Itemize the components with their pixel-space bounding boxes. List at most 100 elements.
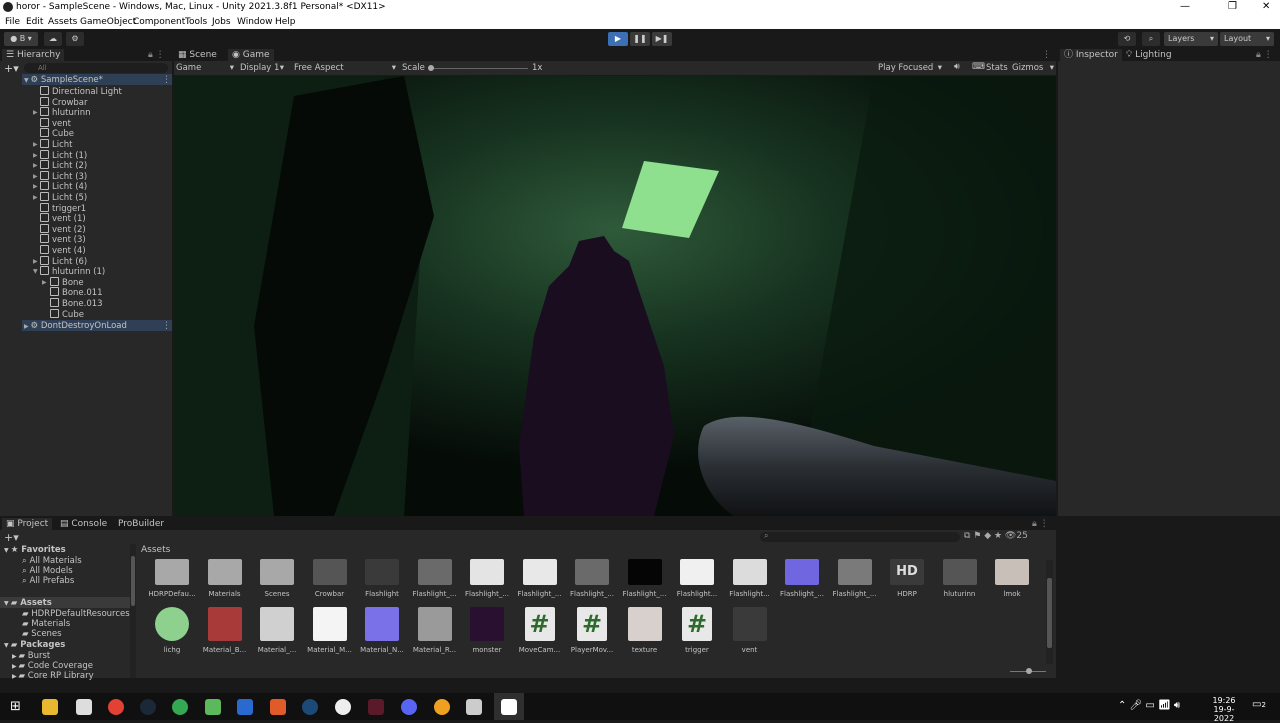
asset-item[interactable]: Flashlight_...: [831, 559, 879, 598]
pinwheel-icon[interactable]: [335, 699, 351, 715]
blender-icon[interactable]: [237, 699, 253, 715]
hierarchy-item[interactable]: vent (1): [40, 213, 86, 224]
gizmos-dropdown[interactable]: Gizmos ▾: [1012, 63, 1054, 73]
add-icon[interactable]: +▾: [4, 62, 19, 75]
expand-arrow-icon[interactable]: ▼: [33, 268, 38, 275]
tab-lighting[interactable]: 💡︎ Lighting: [1126, 49, 1172, 61]
asset-item[interactable]: # trigger: [673, 607, 721, 654]
scale-slider-track[interactable]: [430, 68, 528, 69]
steam2-icon[interactable]: [302, 699, 318, 715]
hierarchy-search-input[interactable]: All: [24, 63, 168, 73]
project-search-input[interactable]: ⌕: [760, 531, 960, 542]
thumbnail-size-handle[interactable]: [1026, 668, 1032, 674]
asset-item[interactable]: Flashlight: [358, 559, 406, 598]
step-button[interactable]: ▶❚: [652, 32, 672, 46]
package-code-coverage[interactable]: ▶ ▰ Code Coverage: [12, 661, 93, 671]
play-focused-dropdown[interactable]: Play Focused ▾: [878, 63, 942, 73]
aspect-dropdown[interactable]: Free Aspect ▾: [294, 63, 396, 73]
menu-edit[interactable]: Edit: [26, 17, 43, 27]
hierarchy-item[interactable]: trigger1: [40, 202, 86, 214]
hierarchy-item[interactable]: Licht (6): [40, 255, 87, 267]
pause-button[interactable]: ❚❚: [630, 32, 650, 46]
scale-slider-handle[interactable]: [428, 65, 434, 71]
app2-icon[interactable]: [368, 699, 384, 715]
hierarchy-child-item[interactable]: Bone.011: [50, 287, 103, 298]
menu-assets[interactable]: Assets: [48, 17, 77, 27]
asset-item[interactable]: Crowbar: [306, 559, 354, 598]
asset-item[interactable]: hluturinn: [936, 559, 984, 598]
asset-item[interactable]: Flashlight_...: [463, 559, 511, 598]
hierarchy-item[interactable]: Crowbar: [40, 96, 88, 108]
hierarchy-item[interactable]: vent (4): [40, 245, 86, 256]
scene-menu-icon[interactable]: ⋮: [162, 75, 171, 85]
asset-item[interactable]: Material_B...: [201, 607, 249, 654]
mute-audio-icon[interactable]: 🔊︎: [954, 62, 960, 72]
hierarchy-item[interactable]: vent (3): [40, 234, 86, 245]
menu-file[interactable]: File: [5, 17, 20, 27]
assets-scrollbar[interactable]: [1046, 560, 1053, 664]
collapse-arrow-icon[interactable]: ▶: [42, 279, 47, 286]
hierarchy-child-item[interactable]: Cube: [50, 308, 84, 320]
project-filter-icons[interactable]: ⧉ ⚑ ◆ ★ 👁︎25: [964, 531, 1028, 541]
menu-tools[interactable]: Tools: [185, 17, 207, 27]
package-burst[interactable]: ▶ ▰ Burst: [12, 651, 50, 661]
asset-item[interactable]: Flashlight_...: [568, 559, 616, 598]
asset-item[interactable]: Material_M...: [306, 607, 354, 654]
hierarchy-item[interactable]: vent (2): [40, 223, 86, 235]
tab-inspector[interactable]: ⓘ Inspector: [1060, 49, 1122, 61]
asset-item[interactable]: Flashlight_...: [778, 559, 826, 598]
menu-jobs[interactable]: Jobs: [212, 17, 231, 27]
assets-header[interactable]: ▼ ▰ Assets: [4, 598, 52, 608]
hierarchy-item[interactable]: Licht: [40, 139, 73, 150]
asset-item[interactable]: texture: [621, 607, 669, 654]
asset-item[interactable]: Flashlight_...: [516, 559, 564, 598]
stats-button[interactable]: Stats: [986, 63, 1008, 73]
hierarchy-item[interactable]: Licht (2): [40, 160, 87, 171]
packages-header[interactable]: ▼ ▰ Packages: [4, 640, 65, 650]
folder-scenes[interactable]: ▰ Scenes: [22, 629, 62, 639]
tab-console[interactable]: ▤ Console: [60, 518, 107, 530]
history-icon[interactable]: ⟲: [1118, 32, 1136, 46]
notifications-icon[interactable]: ▭2: [1252, 699, 1266, 710]
center-menu-icon[interactable]: ⋮: [1042, 49, 1051, 61]
project-add-icon[interactable]: +▾: [4, 531, 19, 544]
dontdestroy-item[interactable]: ▶ ⚙ DontDestroyOnLoad: [24, 321, 127, 331]
asset-item[interactable]: Flashlight_...: [621, 559, 669, 598]
project-lock-icon[interactable]: 🔒︎ ⋮: [1032, 518, 1049, 530]
inspector-lock-icon[interactable]: 🔒︎ ⋮: [1256, 49, 1273, 61]
hierarchy-item[interactable]: Cube: [40, 128, 74, 139]
hierarchy-item[interactable]: Licht (1): [40, 149, 87, 161]
asset-item[interactable]: HD HDRP: [883, 559, 931, 598]
display-dropdown[interactable]: Display 1 ▾: [240, 63, 284, 73]
asset-item[interactable]: Flashlight_...: [411, 559, 459, 598]
collapse-arrow-icon[interactable]: ▶: [33, 183, 38, 190]
collab-icon[interactable]: ⚙: [66, 32, 84, 46]
collapse-arrow-icon[interactable]: ▶: [33, 258, 38, 265]
asset-item[interactable]: Material_R...: [411, 607, 459, 654]
dontdestroy-menu-icon[interactable]: ⋮: [162, 321, 171, 331]
hierarchy-item[interactable]: Directional Light: [40, 86, 122, 97]
hierarchy-item[interactable]: vent: [40, 117, 71, 129]
menu-help[interactable]: Help: [275, 17, 296, 27]
asset-item[interactable]: Flashlight...: [726, 559, 774, 598]
cloud-icon[interactable]: ☁: [44, 32, 62, 46]
fav-all-materials[interactable]: ⌕ All Materials: [22, 556, 82, 566]
restore-icon[interactable]: ❐: [1228, 1, 1237, 12]
shortcuts-icon[interactable]: ⌨: [972, 62, 985, 72]
blender2-icon[interactable]: [434, 699, 450, 715]
favorites-header[interactable]: ▼ ★ Favorites: [4, 545, 66, 555]
hierarchy-item[interactable]: hluturinn (1): [40, 266, 105, 277]
file-explorer-icon[interactable]: [42, 699, 58, 715]
menu-gameobject[interactable]: GameObject: [80, 17, 136, 27]
asset-item[interactable]: lmok: [988, 559, 1036, 598]
asset-item[interactable]: Scenes: [253, 559, 301, 598]
account-button[interactable]: ● B ▾: [4, 32, 38, 46]
tab-scene[interactable]: ▦ Scene: [178, 49, 217, 61]
lock-icon[interactable]: 🔒︎ ⋮: [148, 49, 165, 61]
taskbar-clock[interactable]: 19:26 19-9-2022: [1206, 696, 1242, 723]
layout-dropdown[interactable]: Layout ▾: [1220, 32, 1274, 46]
tab-project[interactable]: ▣ Project: [2, 518, 53, 530]
minecraft-icon[interactable]: [205, 699, 221, 715]
folder-hdrp-default[interactable]: ▰ HDRPDefaultResources: [22, 609, 130, 619]
close-icon[interactable]: ✕: [1262, 1, 1270, 12]
